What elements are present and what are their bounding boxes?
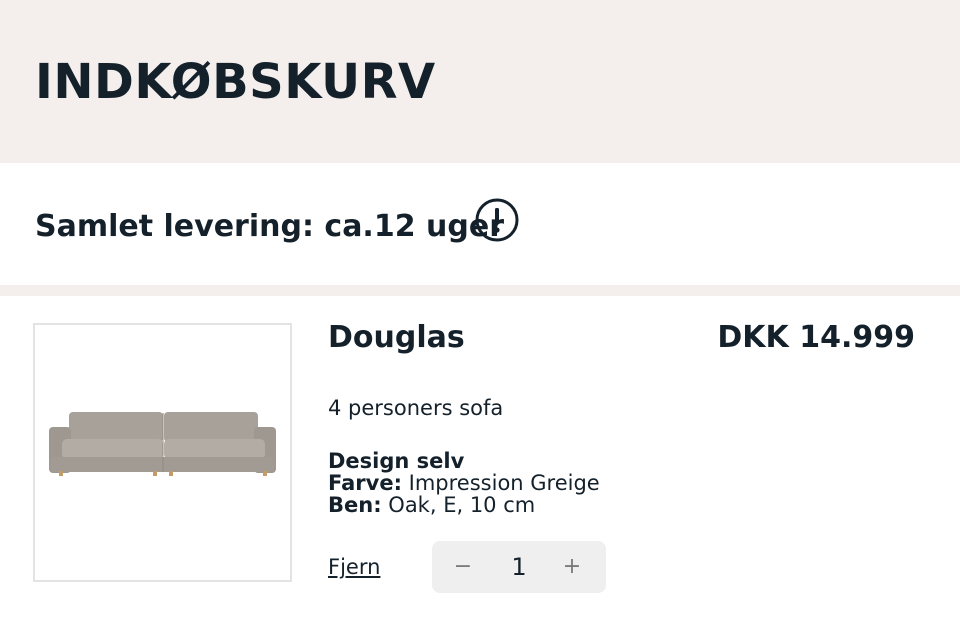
design-label: Design selv xyxy=(328,449,465,473)
color-label: Farve: xyxy=(328,471,402,495)
sofa-image xyxy=(49,412,276,476)
legs-value: Oak, E, 10 cm xyxy=(381,493,536,517)
exclamation-circle-icon[interactable] xyxy=(475,198,519,242)
cart-header: INDKØBSKURV xyxy=(0,0,960,163)
product-name[interactable]: Douglas xyxy=(328,318,465,358)
remove-link[interactable]: Fjern xyxy=(328,553,380,581)
color-line: Farve: Impression Greige xyxy=(328,472,600,494)
delivery-estimate: Samlet levering: ca.12 uger xyxy=(35,209,504,244)
quantity-stepper: − 1 + xyxy=(432,541,606,593)
product-price: DKK 14.999 xyxy=(717,320,915,355)
legs-line: Ben: Oak, E, 10 cm xyxy=(328,494,600,516)
quantity-value[interactable]: 1 xyxy=(494,541,544,593)
product-details: Design selv Farve: Impression Greige Ben… xyxy=(328,450,600,516)
decrease-quantity-button[interactable]: − xyxy=(438,541,488,593)
product-image[interactable] xyxy=(33,323,292,582)
page-title: INDKØBSKURV xyxy=(35,54,436,110)
increase-quantity-button[interactable]: + xyxy=(547,541,597,593)
color-value: Impression Greige xyxy=(401,471,600,495)
product-subtitle: 4 personers sofa xyxy=(328,396,504,420)
section-divider xyxy=(0,285,960,296)
legs-label: Ben: xyxy=(328,493,382,517)
